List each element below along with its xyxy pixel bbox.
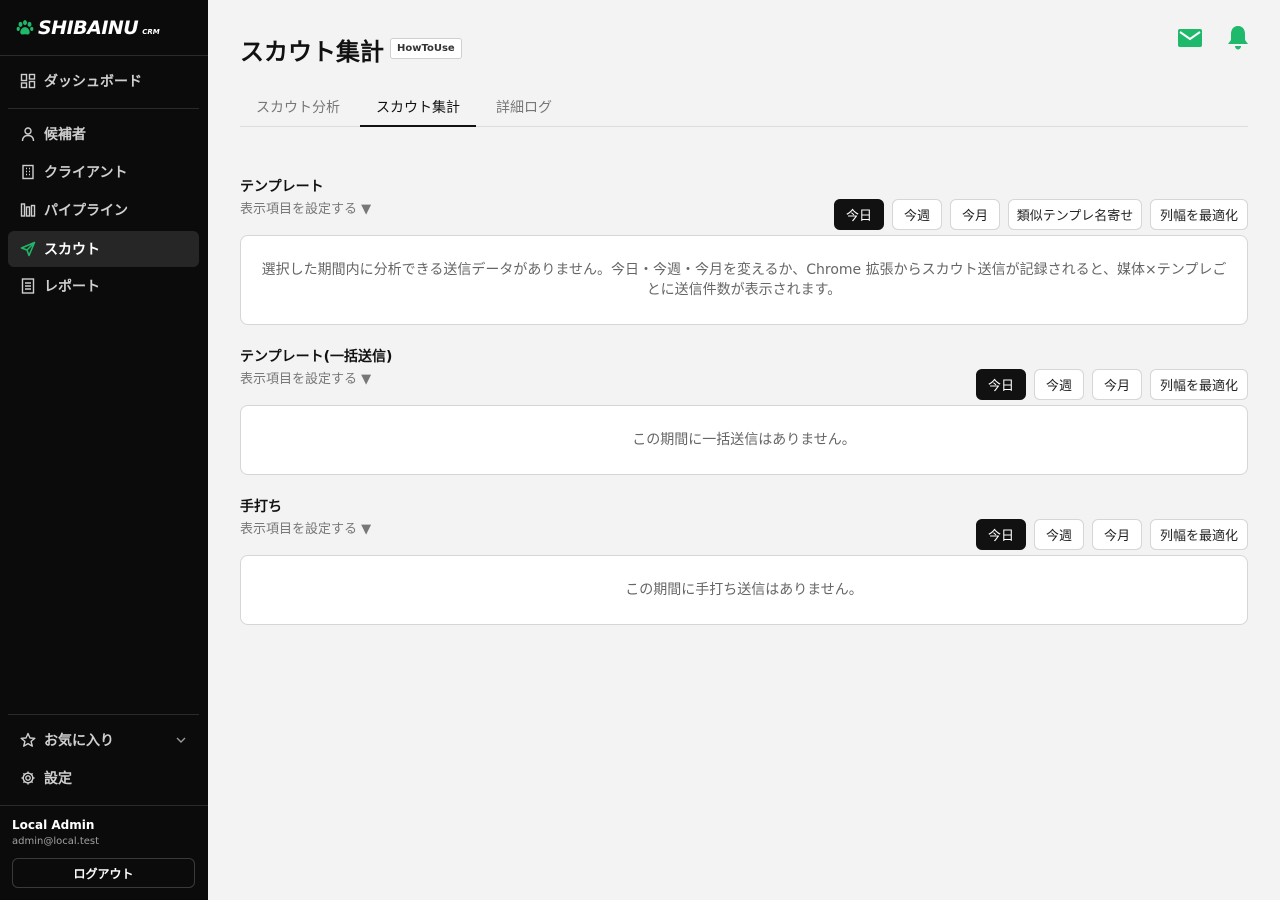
user-email: admin@local.test — [12, 836, 100, 847]
sidebar-item-candidates[interactable]: 候補者 — [8, 116, 199, 152]
sidebar-item-settings[interactable]: 設定 — [8, 760, 199, 796]
today-button[interactable]: 今日 — [976, 519, 1026, 550]
sidebar-item-label: お気に入り — [44, 733, 114, 749]
building-icon — [20, 164, 36, 180]
this-week-button[interactable]: 今週 — [1034, 519, 1084, 550]
user-name: Local Admin — [12, 818, 95, 832]
user-icon — [20, 126, 36, 142]
today-button[interactable]: 今日 — [834, 199, 884, 230]
section-title-template: テンプレート — [240, 179, 324, 195]
fit-column-width-button[interactable]: 列幅を最適化 — [1150, 519, 1248, 550]
sidebar-item-pipeline[interactable]: パイプライン — [8, 192, 199, 228]
sidebar-item-label: ダッシュボード — [44, 74, 142, 90]
sidebar-item-label: スカウト — [44, 242, 100, 258]
empty-state-message: 選択した期間内に分析できる送信データがありません。今日・今週・今月を変えるか、C… — [240, 235, 1248, 325]
sidebar-item-label: クライアント — [44, 165, 128, 181]
this-month-button[interactable]: 今月 — [1092, 369, 1142, 400]
column-settings-link[interactable]: 表示項目を設定する ▼ — [240, 518, 371, 537]
sidebar-item-label: レポート — [44, 279, 100, 295]
this-month-button[interactable]: 今月 — [950, 199, 1000, 230]
chevron-down-icon[interactable] — [175, 734, 187, 746]
sidebar-divider — [8, 108, 199, 109]
sidebar-item-label: 設定 — [44, 771, 72, 787]
sidebar-divider — [0, 805, 208, 806]
this-week-button[interactable]: 今週 — [1034, 369, 1084, 400]
sidebar-divider — [0, 55, 208, 56]
empty-state-message: この期間に一括送信はありません。 — [240, 405, 1248, 475]
sidebar-item-dashboard[interactable]: ダッシュボード — [8, 63, 199, 99]
fit-column-width-button[interactable]: 列幅を最適化 — [1150, 369, 1248, 400]
today-button[interactable]: 今日 — [976, 369, 1026, 400]
this-week-button[interactable]: 今週 — [892, 199, 942, 230]
report-icon — [20, 278, 36, 294]
page-title: スカウト集計 — [240, 38, 384, 66]
mail-icon[interactable] — [1178, 28, 1202, 48]
logo-subtext: CRM — [142, 28, 160, 36]
paw-icon — [16, 20, 34, 35]
sidebar-item-label: 候補者 — [44, 127, 86, 143]
sidebar-item-label: パイプライン — [44, 203, 128, 219]
sidebar-item-report[interactable]: レポート — [8, 268, 199, 304]
tab-scout-analysis[interactable]: スカウト分析 — [240, 88, 356, 126]
empty-state-message: この期間に手打ち送信はありません。 — [240, 555, 1248, 625]
tab-detail-log[interactable]: 詳細ログ — [486, 88, 562, 126]
section-title-bulk-template: テンプレート(一括送信) — [240, 349, 393, 365]
fit-column-width-button[interactable]: 列幅を最適化 — [1150, 199, 1248, 230]
pipeline-icon — [20, 202, 36, 218]
star-icon — [20, 732, 36, 748]
bell-icon[interactable] — [1226, 25, 1250, 51]
column-settings-link[interactable]: 表示項目を設定する ▼ — [240, 368, 371, 387]
section-title-manual: 手打ち — [240, 499, 282, 515]
this-month-button[interactable]: 今月 — [1092, 519, 1142, 550]
sidebar-item-clients[interactable]: クライアント — [8, 154, 199, 190]
sidebar-item-favorites[interactable]: お気に入り — [8, 722, 199, 758]
tab-bar: スカウト分析 スカウト集計 詳細ログ — [240, 88, 1248, 127]
gear-icon — [20, 770, 36, 786]
howto-button[interactable]: HowToUse — [390, 38, 462, 59]
logout-button[interactable]: ログアウト — [12, 858, 195, 888]
sidebar: SHIBAINU CRM ダッシュボード 候補者 クライアント パイプライン ス… — [0, 0, 208, 900]
send-icon — [20, 241, 36, 257]
merge-similar-templates-button[interactable]: 類似テンプレ名寄せ — [1008, 199, 1142, 230]
logo-text: SHIBAINU — [38, 17, 139, 39]
column-settings-link[interactable]: 表示項目を設定する ▼ — [240, 198, 371, 217]
sidebar-item-scout[interactable]: スカウト — [8, 231, 199, 267]
sidebar-divider — [8, 714, 199, 715]
dashboard-icon — [20, 73, 36, 89]
tab-scout-summary[interactable]: スカウト集計 — [360, 88, 476, 127]
app-logo[interactable]: SHIBAINU CRM — [16, 14, 160, 42]
